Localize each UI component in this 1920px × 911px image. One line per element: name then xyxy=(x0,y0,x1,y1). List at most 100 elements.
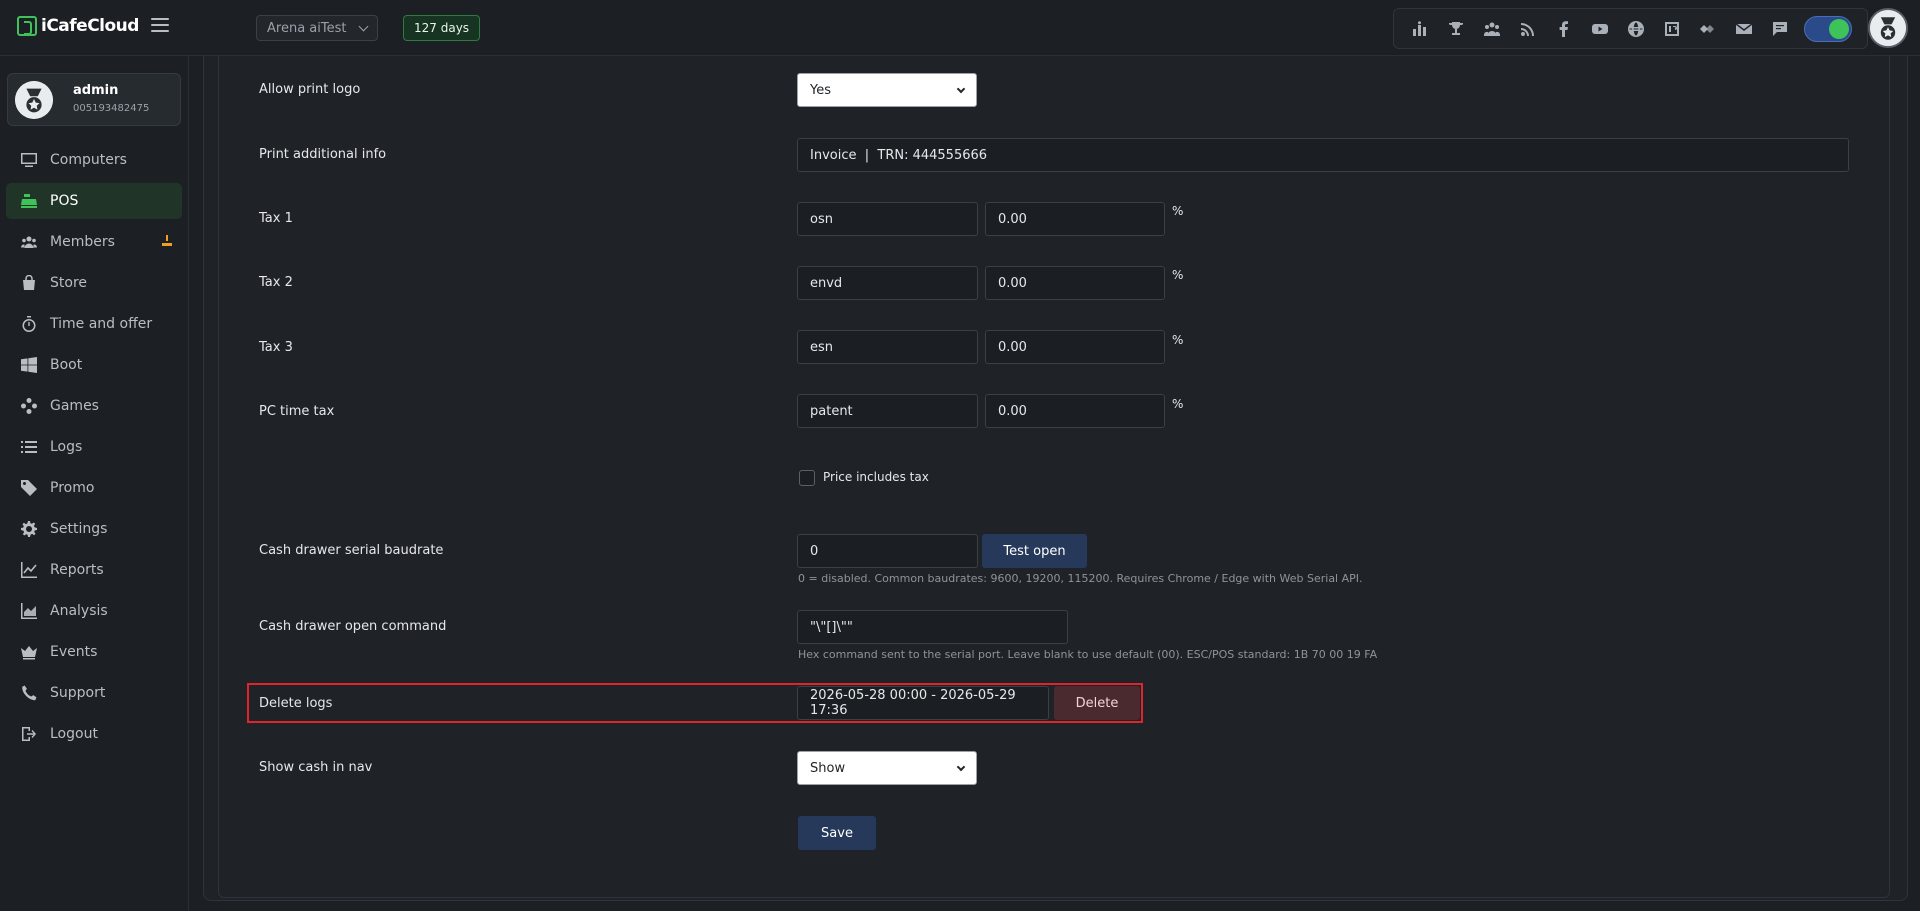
tax1-percent-sign: % xyxy=(1172,204,1184,218)
cash-drawer-baudrate-label: Cash drawer serial baudrate xyxy=(259,543,444,558)
sidebar-item-label: Logs xyxy=(50,439,83,455)
tax1-label: Tax 1 xyxy=(259,211,293,226)
sidebar-item-label: Support xyxy=(50,685,106,701)
globe-icon[interactable] xyxy=(1618,11,1654,47)
quick-links-toolbar xyxy=(1393,8,1868,49)
tax2-percent-sign: % xyxy=(1172,268,1184,282)
tag-icon xyxy=(20,479,38,497)
sidebar-item-boot[interactable]: Boot xyxy=(6,347,182,383)
facebook-icon[interactable] xyxy=(1546,11,1582,47)
delete-logs-button[interactable]: Delete xyxy=(1054,686,1140,720)
chat-icon[interactable] xyxy=(1762,11,1798,47)
sidebar-item-label: POS xyxy=(50,193,79,209)
pos-settings-form xyxy=(218,56,1890,898)
gamepad-icon xyxy=(20,397,38,415)
windows-icon xyxy=(20,356,38,374)
license-days-badge: 127 days xyxy=(403,15,481,41)
list-icon xyxy=(20,438,38,456)
sidebar-item-logs[interactable]: Logs xyxy=(6,429,182,465)
price-includes-tax-label: Price includes tax xyxy=(823,470,929,484)
cafe-selector[interactable]: Arena aiTest xyxy=(256,15,378,41)
rss-icon[interactable] xyxy=(1510,11,1546,47)
pc-time-tax-name-input[interactable]: patent xyxy=(797,394,978,428)
sidebar-item-label: Store xyxy=(50,275,88,291)
user-id: 005193482475 xyxy=(73,103,150,114)
tax2-name-input[interactable]: envd xyxy=(797,266,978,300)
top-bar: iCafeCloud Arena aiTest 127 days xyxy=(0,0,1920,56)
tax3-label: Tax 3 xyxy=(259,340,293,355)
sidebar-item-reports[interactable]: Reports xyxy=(6,552,182,588)
sidebar: admin 005193482475 Computers POS Members… xyxy=(0,56,189,911)
mail-icon[interactable] xyxy=(1726,11,1762,47)
print-additional-info-input[interactable]: Invoice | TRN: 444555666 xyxy=(797,138,1849,172)
cafe-name: Arena aiTest xyxy=(267,20,347,36)
sidebar-item-events[interactable]: Events xyxy=(6,634,182,670)
user-card[interactable]: admin 005193482475 xyxy=(7,73,181,126)
chart-line-icon xyxy=(20,561,38,579)
eye-icon[interactable] xyxy=(1690,11,1726,47)
tax1-rate-input[interactable]: 0.00 xyxy=(985,202,1165,236)
youtube-icon[interactable] xyxy=(1582,11,1618,47)
sidebar-item-store[interactable]: Store xyxy=(6,265,182,301)
cash-drawer-command-input[interactable]: "\"[]\"" xyxy=(797,610,1068,644)
print-additional-info-label: Print additional info xyxy=(259,147,387,162)
user-name: admin xyxy=(73,83,119,98)
allow-print-logo-label: Allow print logo xyxy=(259,82,361,97)
sidebar-item-label: Boot xyxy=(50,357,83,373)
logo-text: iCafeCloud xyxy=(41,16,139,36)
tax3-percent-sign: % xyxy=(1172,333,1184,347)
delete-logs-label: Delete logs xyxy=(259,696,333,711)
price-includes-tax-checkbox[interactable] xyxy=(799,470,815,486)
trophy-icon[interactable] xyxy=(1438,11,1474,47)
sidebar-item-logout[interactable]: Logout xyxy=(6,716,182,752)
sidebar-item-time-and-offer[interactable]: Time and offer xyxy=(6,306,182,342)
cash-register-icon xyxy=(20,192,38,210)
sidebar-item-members[interactable]: Members xyxy=(6,224,182,260)
save-button[interactable]: Save xyxy=(798,816,876,850)
sidebar-item-analysis[interactable]: Analysis xyxy=(6,593,182,629)
cash-drawer-command-hint: Hex command sent to the serial port. Lea… xyxy=(798,648,1378,661)
tax1-name-input[interactable]: osn xyxy=(797,202,978,236)
ranking-icon[interactable] xyxy=(1402,11,1438,47)
pc-time-tax-label: PC time tax xyxy=(259,404,335,419)
show-cash-in-nav-select[interactable]: Show xyxy=(797,751,977,785)
menu-toggle-icon[interactable] xyxy=(151,18,169,32)
sidebar-item-settings[interactable]: Settings xyxy=(6,511,182,547)
tax2-label: Tax 2 xyxy=(259,275,293,290)
monitor-icon xyxy=(20,151,38,169)
users-group-icon[interactable] xyxy=(1474,11,1510,47)
theme-toggle[interactable] xyxy=(1804,15,1852,42)
phone-icon xyxy=(20,684,38,702)
sidebar-item-label: Reports xyxy=(50,562,104,578)
sidebar-nav: Computers POS Members Store Time and off… xyxy=(6,142,182,757)
tax2-rate-input[interactable]: 0.00 xyxy=(985,266,1165,300)
tax3-rate-input[interactable]: 0.00 xyxy=(985,330,1165,364)
members-icon xyxy=(20,233,38,251)
sidebar-item-label: Promo xyxy=(50,480,95,496)
sidebar-item-label: Settings xyxy=(50,521,108,537)
pc-time-tax-rate-input[interactable]: 0.00 xyxy=(985,394,1165,428)
sidebar-item-computers[interactable]: Computers xyxy=(6,142,182,178)
sidebar-item-support[interactable]: Support xyxy=(6,675,182,711)
test-open-button[interactable]: Test open xyxy=(982,534,1087,568)
profile-avatar[interactable] xyxy=(1868,8,1908,48)
logo-icon xyxy=(17,16,37,36)
logo[interactable]: iCafeCloud xyxy=(17,16,139,36)
cash-drawer-command-label: Cash drawer open command xyxy=(259,619,447,634)
icafe-icon[interactable] xyxy=(1654,11,1690,47)
bag-icon xyxy=(20,274,38,292)
sidebar-item-games[interactable]: Games xyxy=(6,388,182,424)
sidebar-item-label: Time and offer xyxy=(50,316,153,332)
allow-print-logo-value: Yes xyxy=(810,82,831,98)
chevron-down-icon xyxy=(358,21,369,31)
gear-icon xyxy=(20,520,38,538)
show-cash-in-nav-value: Show xyxy=(810,760,846,776)
sidebar-item-promo[interactable]: Promo xyxy=(6,470,182,506)
tax3-name-input[interactable]: esn xyxy=(797,330,978,364)
sidebar-item-label: Games xyxy=(50,398,99,414)
delete-logs-date-range-input[interactable]: 2026-05-28 00:00 - 2026-05-29 17:36 xyxy=(797,686,1049,720)
cash-drawer-baudrate-input[interactable]: 0 xyxy=(797,534,978,568)
stopwatch-icon xyxy=(20,315,38,333)
allow-print-logo-select[interactable]: Yes xyxy=(797,73,977,107)
sidebar-item-pos[interactable]: POS xyxy=(6,183,182,219)
